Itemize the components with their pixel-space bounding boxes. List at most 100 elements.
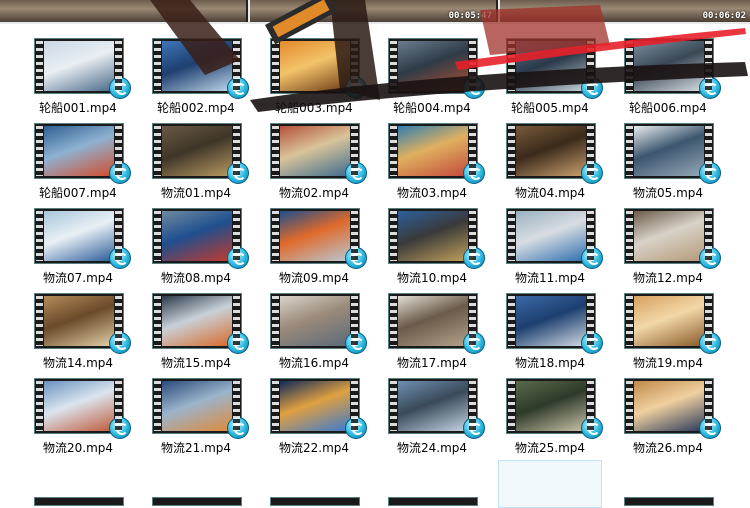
thumbnail-image bbox=[280, 126, 350, 176]
video-thumbnail[interactable] bbox=[388, 497, 478, 506]
video-thumbnail[interactable] bbox=[388, 208, 485, 269]
video-thumbnail[interactable] bbox=[152, 38, 249, 99]
video-thumbnail[interactable] bbox=[388, 293, 485, 354]
video-thumbnail[interactable] bbox=[152, 123, 249, 184]
thumbnail-image bbox=[398, 296, 468, 346]
file-item[interactable]: 轮船007.mp4 bbox=[22, 121, 134, 205]
video-thumbnail[interactable] bbox=[506, 208, 603, 269]
file-item[interactable]: 物流14.mp4 bbox=[22, 291, 134, 375]
thumbnail-image bbox=[162, 381, 232, 431]
video-thumbnail[interactable] bbox=[624, 293, 721, 354]
video-thumbnail[interactable] bbox=[270, 378, 367, 439]
file-item[interactable]: 物流24.mp4 bbox=[376, 376, 488, 460]
video-thumbnail[interactable] bbox=[34, 378, 131, 439]
file-item[interactable]: 物流04.mp4 bbox=[494, 121, 606, 205]
file-item[interactable]: 轮船004.mp4 bbox=[376, 36, 488, 120]
media-player-icon bbox=[699, 247, 721, 269]
video-thumbnail[interactable] bbox=[152, 378, 249, 439]
file-item[interactable]: 物流17.mp4 bbox=[376, 291, 488, 375]
file-name: 物流09.mp4 bbox=[278, 271, 350, 285]
file-item[interactable]: 物流09.mp4 bbox=[258, 206, 370, 290]
file-item[interactable]: 物流19.mp4 bbox=[612, 291, 724, 375]
file-item[interactable]: 物流03.mp4 bbox=[376, 121, 488, 205]
thumbnail-image bbox=[516, 296, 586, 346]
thumbnail-image bbox=[634, 211, 704, 261]
file-name: 物流07.mp4 bbox=[42, 271, 114, 285]
file-item[interactable]: 轮船003.mp4 bbox=[258, 36, 370, 120]
video-thumbnail[interactable] bbox=[388, 123, 485, 184]
file-item[interactable]: 物流25.mp4 bbox=[494, 376, 606, 460]
file-item[interactable]: 轮船002.mp4 bbox=[140, 36, 252, 120]
video-thumbnail[interactable] bbox=[270, 38, 367, 99]
thumbnail-image bbox=[44, 41, 114, 91]
video-thumbnail[interactable] bbox=[34, 497, 124, 506]
thumbnail-image bbox=[516, 126, 586, 176]
file-name: 物流15.mp4 bbox=[160, 356, 232, 370]
video-thumbnail[interactable] bbox=[34, 293, 131, 354]
file-item[interactable]: 物流12.mp4 bbox=[612, 206, 724, 290]
preview-frame[interactable]: 00:05:47 bbox=[250, 0, 498, 22]
media-player-icon bbox=[109, 247, 131, 269]
file-item[interactable]: 物流10.mp4 bbox=[376, 206, 488, 290]
media-player-icon bbox=[699, 162, 721, 184]
file-name: 物流25.mp4 bbox=[514, 441, 586, 455]
video-thumbnail[interactable] bbox=[506, 293, 603, 354]
video-thumbnail[interactable] bbox=[152, 293, 249, 354]
file-item[interactable]: 物流02.mp4 bbox=[258, 121, 370, 205]
video-thumbnail[interactable] bbox=[388, 378, 485, 439]
preview-frame[interactable] bbox=[0, 0, 248, 22]
file-item[interactable]: 物流26.mp4 bbox=[612, 376, 724, 460]
media-player-icon bbox=[463, 247, 485, 269]
file-item[interactable]: 轮船005.mp4 bbox=[494, 36, 606, 120]
video-thumbnail[interactable] bbox=[624, 123, 721, 184]
video-thumbnail[interactable] bbox=[624, 378, 721, 439]
file-name: 轮船002.mp4 bbox=[157, 101, 235, 115]
thumbnail-image bbox=[162, 126, 232, 176]
file-item[interactable]: 物流15.mp4 bbox=[140, 291, 252, 375]
file-item[interactable]: 物流07.mp4 bbox=[22, 206, 134, 290]
video-thumbnail[interactable] bbox=[624, 497, 714, 506]
selected-file-tile[interactable] bbox=[498, 460, 602, 508]
video-thumbnail[interactable] bbox=[152, 208, 249, 269]
media-player-icon bbox=[345, 162, 367, 184]
video-thumbnail[interactable] bbox=[270, 497, 360, 506]
file-name: 物流01.mp4 bbox=[160, 186, 232, 200]
file-item[interactable]: 轮船006.mp4 bbox=[612, 36, 724, 120]
preview-frame[interactable]: 00:06:02 bbox=[500, 0, 750, 22]
file-item[interactable]: 物流08.mp4 bbox=[140, 206, 252, 290]
thumbnail-image bbox=[44, 381, 114, 431]
file-item[interactable]: 物流20.mp4 bbox=[22, 376, 134, 460]
video-thumbnail[interactable] bbox=[388, 38, 485, 99]
media-player-icon bbox=[109, 162, 131, 184]
video-thumbnail[interactable] bbox=[506, 38, 603, 99]
video-thumbnail[interactable] bbox=[270, 123, 367, 184]
media-player-icon bbox=[227, 332, 249, 354]
video-thumbnail[interactable] bbox=[506, 378, 603, 439]
video-thumbnail[interactable] bbox=[152, 497, 242, 506]
file-item[interactable]: 物流18.mp4 bbox=[494, 291, 606, 375]
video-thumbnail[interactable] bbox=[624, 208, 721, 269]
file-name: 物流05.mp4 bbox=[632, 186, 704, 200]
video-thumbnail[interactable] bbox=[270, 293, 367, 354]
file-item[interactable]: 轮船001.mp4 bbox=[22, 36, 134, 120]
video-thumbnail[interactable] bbox=[506, 123, 603, 184]
media-player-icon bbox=[109, 77, 131, 99]
file-name: 物流02.mp4 bbox=[278, 186, 350, 200]
file-item[interactable]: 物流05.mp4 bbox=[612, 121, 724, 205]
file-name: 轮船005.mp4 bbox=[511, 101, 589, 115]
file-item[interactable]: 物流11.mp4 bbox=[494, 206, 606, 290]
video-thumbnail[interactable] bbox=[624, 38, 721, 99]
file-item[interactable]: 物流22.mp4 bbox=[258, 376, 370, 460]
video-thumbnail[interactable] bbox=[34, 208, 131, 269]
file-item[interactable]: 物流01.mp4 bbox=[140, 121, 252, 205]
file-name: 轮船003.mp4 bbox=[275, 101, 353, 115]
file-item[interactable]: 物流21.mp4 bbox=[140, 376, 252, 460]
video-thumbnail[interactable] bbox=[34, 38, 131, 99]
file-item[interactable]: 物流16.mp4 bbox=[258, 291, 370, 375]
file-name: 物流10.mp4 bbox=[396, 271, 468, 285]
thumbnail-image bbox=[280, 296, 350, 346]
thumbnail-image bbox=[162, 211, 232, 261]
thumbnail-image bbox=[398, 211, 468, 261]
video-thumbnail[interactable] bbox=[34, 123, 131, 184]
video-thumbnail[interactable] bbox=[270, 208, 367, 269]
